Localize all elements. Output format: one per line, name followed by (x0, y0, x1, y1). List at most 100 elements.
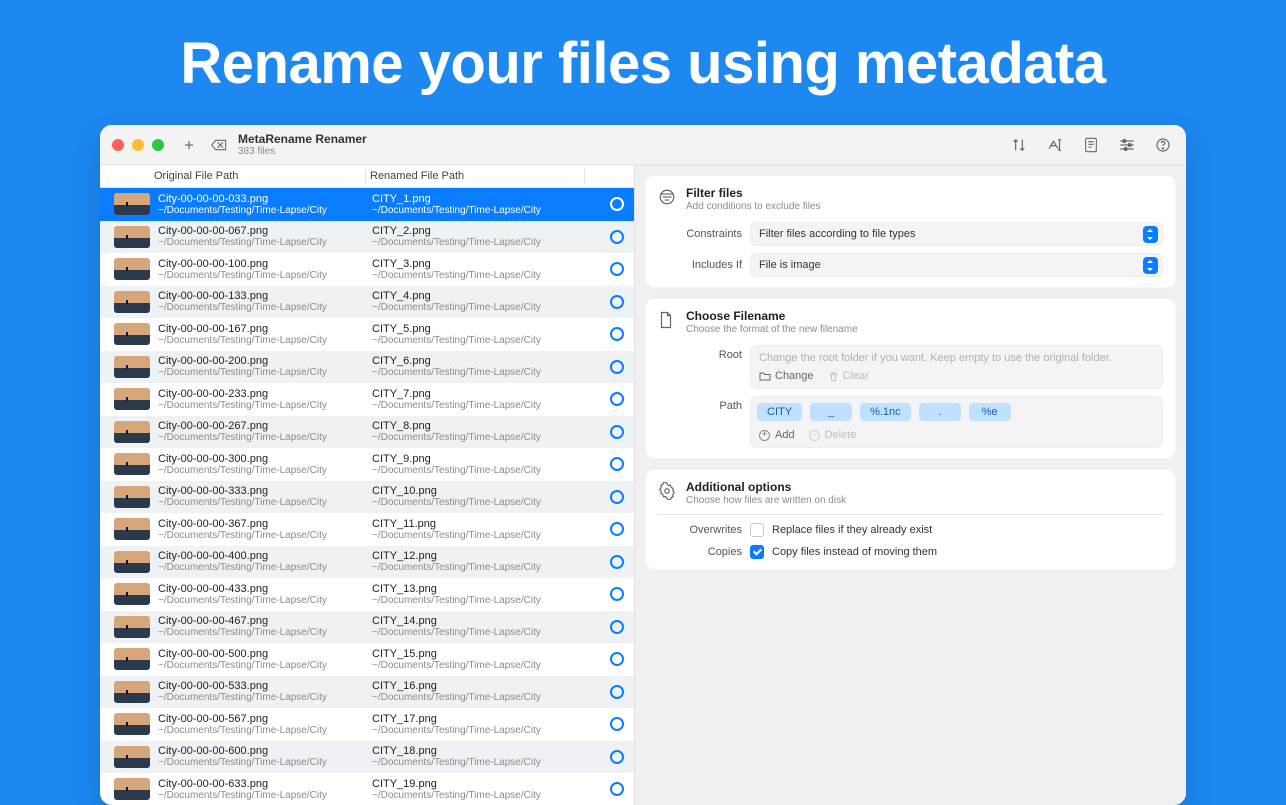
add-button[interactable] (178, 134, 200, 156)
constraints-label: Constraints (658, 228, 742, 240)
overwrites-checkbox[interactable] (750, 523, 764, 537)
original-path: ~/Documents/Testing/Time-Lapse/City (158, 530, 372, 541)
renamed-name: CITY_10.png (372, 485, 586, 497)
file-row[interactable]: City-00-00-00-033.png~/Documents/Testing… (100, 188, 634, 221)
file-row[interactable]: City-00-00-00-600.png~/Documents/Testing… (100, 741, 634, 774)
file-row[interactable]: City-00-00-00-533.png~/Documents/Testing… (100, 676, 634, 709)
overwrites-label: Overwrites (658, 524, 742, 536)
file-row[interactable]: City-00-00-00-500.png~/Documents/Testing… (100, 643, 634, 676)
file-thumbnail (114, 713, 150, 735)
status-indicator (610, 262, 624, 276)
copies-text: Copy files instead of moving them (772, 546, 937, 558)
status-indicator (610, 555, 624, 569)
settings-icon[interactable] (1116, 134, 1138, 156)
app-window: MetaRename Renamer 383 files (100, 125, 1186, 805)
renamed-name: CITY_18.png (372, 745, 586, 757)
renamed-name: CITY_5.png (372, 323, 586, 335)
file-row[interactable]: City-00-00-00-433.png~/Documents/Testing… (100, 578, 634, 611)
renamed-path: ~/Documents/Testing/Time-Lapse/City (372, 530, 586, 541)
file-thumbnail (114, 421, 150, 443)
original-path: ~/Documents/Testing/Time-Lapse/City (158, 660, 372, 671)
window-controls (112, 139, 164, 151)
status-indicator (610, 490, 624, 504)
original-name: City-00-00-00-067.png (158, 225, 372, 237)
col-renamed[interactable]: Renamed File Path (366, 170, 584, 182)
renamed-path: ~/Documents/Testing/Time-Lapse/City (372, 562, 586, 573)
delete-token-button[interactable]: Delete (809, 429, 857, 441)
file-list-panel: Original File Path Renamed File Path Cit… (100, 165, 635, 805)
original-name: City-00-00-00-033.png (158, 193, 372, 205)
col-original[interactable]: Original File Path (150, 170, 365, 182)
close-window-button[interactable] (112, 139, 124, 151)
clear-folder-button[interactable]: Clear (828, 370, 869, 382)
includes-select[interactable]: File is image (750, 253, 1163, 277)
file-row[interactable]: City-00-00-00-367.png~/Documents/Testing… (100, 513, 634, 546)
file-row[interactable]: City-00-00-00-400.png~/Documents/Testing… (100, 546, 634, 579)
renamed-path: ~/Documents/Testing/Time-Lapse/City (372, 335, 586, 346)
status-indicator (610, 652, 624, 666)
includes-value: File is image (759, 259, 821, 271)
original-name: City-00-00-00-533.png (158, 680, 372, 692)
file-row[interactable]: City-00-00-00-100.png~/Documents/Testing… (100, 253, 634, 286)
file-row[interactable]: City-00-00-00-633.png~/Documents/Testing… (100, 773, 634, 805)
copies-checkbox[interactable] (750, 545, 764, 559)
original-path: ~/Documents/Testing/Time-Lapse/City (158, 237, 372, 248)
file-row[interactable]: City-00-00-00-200.png~/Documents/Testing… (100, 351, 634, 384)
path-token[interactable]: . (919, 403, 961, 421)
path-box: CITY _ %.1nc. %e Add Delete (750, 396, 1163, 448)
help-icon[interactable] (1152, 134, 1174, 156)
renamed-name: CITY_13.png (372, 583, 586, 595)
rename-icon[interactable] (1044, 134, 1066, 156)
add-token-button[interactable]: Add (759, 429, 795, 441)
file-row[interactable]: City-00-00-00-333.png~/Documents/Testing… (100, 481, 634, 514)
original-path: ~/Documents/Testing/Time-Lapse/City (158, 302, 372, 313)
original-path: ~/Documents/Testing/Time-Lapse/City (158, 367, 372, 378)
select-arrows-icon (1143, 226, 1158, 243)
remove-button[interactable] (208, 134, 230, 156)
status-indicator (610, 522, 624, 536)
file-row[interactable]: City-00-00-00-133.png~/Documents/Testing… (100, 286, 634, 319)
file-row[interactable]: City-00-00-00-567.png~/Documents/Testing… (100, 708, 634, 741)
renamed-name: CITY_8.png (372, 420, 586, 432)
status-indicator (610, 717, 624, 731)
renamed-name: CITY_16.png (372, 680, 586, 692)
renamed-name: CITY_2.png (372, 225, 586, 237)
path-token[interactable]: CITY (757, 403, 802, 421)
minus-icon (809, 430, 820, 441)
additional-title: Additional options (686, 480, 846, 494)
original-name: City-00-00-00-633.png (158, 778, 372, 790)
file-thumbnail (114, 746, 150, 768)
change-folder-button[interactable]: Change (759, 370, 814, 382)
filename-icon (658, 311, 676, 329)
file-row[interactable]: City-00-00-00-300.png~/Documents/Testing… (100, 448, 634, 481)
file-row[interactable]: City-00-00-00-233.png~/Documents/Testing… (100, 383, 634, 416)
path-token[interactable]: %e (969, 403, 1011, 421)
gear-icon (658, 482, 676, 500)
renamed-name: CITY_6.png (372, 355, 586, 367)
choose-sub: Choose the format of the new filename (686, 324, 858, 335)
path-token[interactable]: _ (810, 403, 852, 421)
original-path: ~/Documents/Testing/Time-Lapse/City (158, 692, 372, 703)
file-rows: City-00-00-00-033.png ~/Documents/Testing… (100, 188, 634, 805)
sort-icon[interactable] (1008, 134, 1030, 156)
file-row[interactable]: City-00-00-00-167.png~/Documents/Testing… (100, 318, 634, 351)
file-row[interactable]: City-00-00-00-067.png~/Documents/Testing… (100, 221, 634, 254)
file-thumbnail (114, 648, 150, 670)
constraints-value: Filter files according to file types (759, 228, 916, 240)
app-title: MetaRename Renamer (238, 133, 367, 145)
zoom-window-button[interactable] (152, 139, 164, 151)
preview-icon[interactable] (1080, 134, 1102, 156)
renamed-name: CITY_17.png (372, 713, 586, 725)
file-row[interactable]: City-00-00-00-267.png~/Documents/Testing… (100, 416, 634, 449)
title-block: MetaRename Renamer 383 files (238, 133, 367, 157)
original-path: ~/Documents/Testing/Time-Lapse/City (158, 595, 372, 606)
minimize-window-button[interactable] (132, 139, 144, 151)
original-path: ~/Documents/Testing/Time-Lapse/City (158, 725, 372, 736)
file-row[interactable]: City-00-00-00-467.png~/Documents/Testing… (100, 611, 634, 644)
renamed-path: ~/Documents/Testing/Time-Lapse/City (372, 465, 586, 476)
constraints-select[interactable]: Filter files according to file types (750, 222, 1163, 246)
path-token[interactable]: %.1nc (860, 403, 911, 421)
root-placeholder[interactable]: Change the root folder if you want. Keep… (759, 352, 1154, 364)
original-path: ~/Documents/Testing/Time-Lapse/City (158, 627, 372, 638)
renamed-name: CITY_4.png (372, 290, 586, 302)
